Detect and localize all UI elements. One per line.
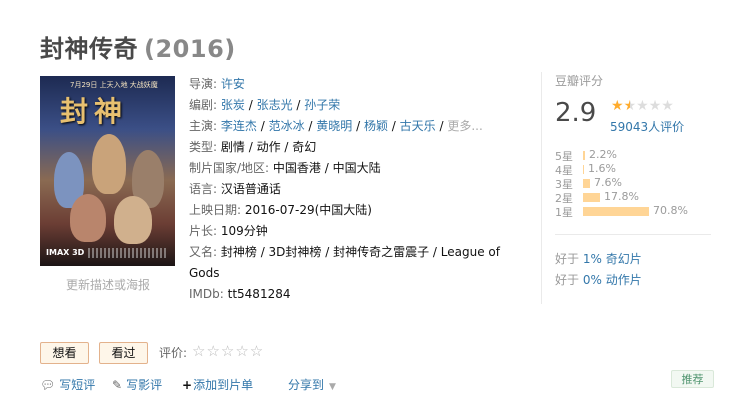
rating-label: 豆瓣评分 xyxy=(555,74,604,88)
cast-row: 主演: 李连杰 / 范冰冰 / 黄晓明 / 杨颖 / 古天乐 / 更多... xyxy=(189,119,483,133)
writer-link[interactable]: 孙子荣 xyxy=(304,98,340,112)
star-icon: ★ xyxy=(661,98,674,114)
better-than-row: 好于 1% 奇幻片 xyxy=(555,250,642,267)
genre-value: 奇幻 xyxy=(292,140,317,154)
language-row: 语言: 汉语普通话 xyxy=(189,179,524,200)
star-icon: ★ xyxy=(648,98,662,114)
caret-down-icon: ▼ xyxy=(329,382,336,392)
comment-icon: 💬︎ xyxy=(40,378,56,392)
movie-info: 导演: 许安 编剧: 张炭 / 张志光 / 孙子荣 主演: 李连杰 / 范冰冰 … xyxy=(189,74,524,305)
recommend-button[interactable]: 推荐 xyxy=(671,370,714,388)
rating-divider xyxy=(541,72,542,304)
star-icon: ★ xyxy=(611,98,624,114)
writer-link[interactable]: 张志光 xyxy=(257,98,293,112)
cast-more-link[interactable]: 更多... xyxy=(447,119,482,133)
cast-link[interactable]: 范冰冰 xyxy=(269,119,305,133)
rating-dist-label: 1星 xyxy=(555,206,573,219)
genre-row: 类型: 剧情 / 动作 / 奇幻 xyxy=(189,140,317,154)
watched-button[interactable]: 看过 xyxy=(99,342,148,364)
rating-dist-bar xyxy=(583,165,584,174)
rating-stars: ★★★★★ xyxy=(611,98,674,114)
page-title: 封神传奇 (2016) xyxy=(40,29,236,64)
region-value: 中国香港 / 中国大陆 xyxy=(272,161,381,175)
genre-label: 类型: xyxy=(189,140,218,154)
imdb-row: IMDb: tt5481284 xyxy=(189,284,524,305)
better-than-prefix: 好于 xyxy=(555,252,580,266)
rating-dist-bar xyxy=(583,193,600,202)
writers-label: 编剧: xyxy=(189,98,218,112)
cast-link[interactable]: 黄晓明 xyxy=(316,119,352,133)
aka-label: 又名: xyxy=(189,245,218,259)
review-label: 写影评 xyxy=(126,378,163,392)
language-value: 汉语普通话 xyxy=(220,182,281,196)
write-short-review-link[interactable]: 💬︎ 写短评 xyxy=(40,376,95,393)
poster-date-line: 7月29日 上天入地 大战妖魔 xyxy=(70,81,158,89)
pencil-icon: ✎ xyxy=(112,378,123,392)
want-to-watch-button[interactable]: 想看 xyxy=(40,342,89,364)
share-label: 分享到 xyxy=(288,378,325,392)
writer-link[interactable]: 张炭 xyxy=(221,98,245,112)
poster-credits xyxy=(88,248,168,258)
writers-row: 编剧: 张炭 / 张志光 / 孙子荣 xyxy=(189,98,341,112)
genre-value: 动作 xyxy=(256,140,281,154)
rating-dist-bar xyxy=(583,207,649,216)
movie-poster[interactable]: 7月29日 上天入地 大战妖魔 封神 IMAX 3D xyxy=(40,76,175,266)
rating-dist-pct: 17.8% xyxy=(604,190,639,203)
poster-figure xyxy=(70,194,106,242)
region-label: 制片国家/地区: xyxy=(189,161,270,175)
votes-link[interactable]: 59043人评价 xyxy=(610,118,684,135)
runtime-label: 片长: xyxy=(189,224,218,238)
star-half-icon: ★ xyxy=(623,98,637,114)
release-value: 2016-07-29(中国大陆) xyxy=(244,203,372,217)
poster-figure xyxy=(92,134,126,194)
release-label: 上映日期: xyxy=(189,203,242,217)
poster-figure xyxy=(114,196,152,244)
movie-year: (2016) xyxy=(144,35,236,63)
imdb-value: tt5481284 xyxy=(227,287,291,301)
language-label: 语言: xyxy=(189,182,218,196)
cast-link[interactable]: 古天乐 xyxy=(400,119,436,133)
aka-row: 又名: 封神榜 / 3D封神榜 / 封神传奇之雷震子 / League of G… xyxy=(189,242,524,284)
short-review-label: 写短评 xyxy=(59,378,96,392)
runtime-row: 片长: 109分钟 xyxy=(189,221,524,242)
rating-dist-pct: 7.6% xyxy=(594,176,622,189)
runtime-value: 109分钟 xyxy=(220,224,268,238)
director-row: 导演: 许安 xyxy=(189,74,524,95)
poster-imax-badge: IMAX 3D xyxy=(46,248,85,257)
release-row: 上映日期: 2016-07-29(中国大陆) xyxy=(189,200,524,221)
cast-link[interactable]: 李连杰 xyxy=(221,119,257,133)
write-review-link[interactable]: ✎ 写影评 xyxy=(112,376,162,393)
rating-dist-bar xyxy=(583,179,590,188)
movie-name: 封神传奇 xyxy=(40,35,138,63)
rating-dist-pct: 1.6% xyxy=(588,162,616,175)
imdb-label: IMDb: xyxy=(189,287,224,301)
update-poster-link[interactable]: 更新描述或海报 xyxy=(66,276,150,293)
region-row: 制片国家/地区: 中国香港 / 中国大陆 xyxy=(189,158,524,179)
director-link[interactable]: 许安 xyxy=(221,77,245,91)
cast-link[interactable]: 杨颖 xyxy=(364,119,388,133)
plus-icon: + xyxy=(182,378,193,392)
add-to-list-link[interactable]: +添加到片单 xyxy=(182,376,253,393)
rating-hdivider xyxy=(555,234,711,235)
rate-stars-input[interactable]: ☆☆☆☆☆ xyxy=(192,342,264,360)
rating-dist-bar xyxy=(583,151,585,160)
aka-value: 封神榜 / 3D封神榜 / 封神传奇之雷震子 / League of Gods xyxy=(189,245,500,280)
director-label: 导演: xyxy=(189,77,218,91)
share-dropdown[interactable]: 分享到 ▼ xyxy=(288,376,336,393)
star-icon: ★ xyxy=(636,98,649,114)
better-than-link[interactable]: 1% 奇幻片 xyxy=(583,252,642,266)
genre-value: 剧情 xyxy=(220,140,245,154)
poster-title-art: 封神 xyxy=(60,95,129,128)
better-than-row: 好于 0% 动作片 xyxy=(555,271,642,288)
rate-label: 评价: xyxy=(159,346,188,360)
rating-dist-pct: 2.2% xyxy=(589,148,617,161)
rating-score: 2.9 xyxy=(555,98,597,128)
better-than-prefix: 好于 xyxy=(555,273,580,287)
better-than-link[interactable]: 0% 动作片 xyxy=(583,273,642,287)
cast-label: 主演: xyxy=(189,119,218,133)
rating-dist-pct: 70.8% xyxy=(653,204,688,217)
add-list-label: 添加到片单 xyxy=(193,378,254,392)
